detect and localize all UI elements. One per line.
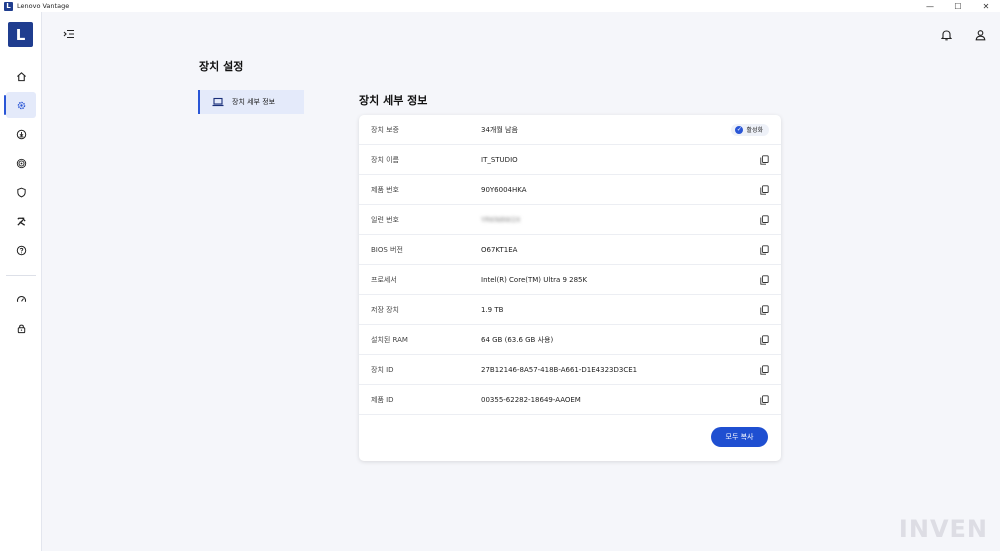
window-controls: — ☐ ✕ bbox=[916, 0, 1000, 12]
minimize-button[interactable]: — bbox=[916, 0, 944, 12]
copy-icon bbox=[759, 364, 769, 375]
table-row: 프로세서 Intel(R) Core(TM) Ultra 9 285K bbox=[359, 265, 781, 295]
bell-icon bbox=[940, 30, 952, 41]
copy-icon bbox=[759, 214, 769, 225]
copy-icon bbox=[759, 244, 769, 255]
sidebar-item-help[interactable] bbox=[6, 237, 36, 263]
gear-icon bbox=[17, 101, 25, 109]
row-label: 프로세서 bbox=[371, 275, 397, 284]
row-label: 설치된 RAM bbox=[371, 335, 408, 344]
table-row: BIOS 버전 O67KT1EA bbox=[359, 235, 781, 265]
row-value: Intel(R) Core(TM) Ultra 9 285K bbox=[481, 275, 588, 284]
sidebar-item-device-settings[interactable] bbox=[4, 92, 36, 118]
subnav-item-label: 장치 세부 정보 bbox=[232, 98, 276, 106]
row-value: 1.9 TB bbox=[481, 305, 504, 314]
copy-icon bbox=[759, 274, 769, 285]
copy-button[interactable] bbox=[759, 244, 769, 255]
row-value: 90Y6004HKA bbox=[481, 185, 527, 194]
copy-button[interactable] bbox=[759, 394, 769, 405]
row-value-redacted: YRKN8W2X bbox=[481, 215, 521, 224]
help-icon bbox=[16, 245, 26, 255]
app-logo-icon: L bbox=[4, 1, 13, 11]
window-title: Lenovo Vantage bbox=[17, 2, 70, 10]
table-row: 장치 보증 34개월 남음 ✓ 활성화 bbox=[359, 115, 781, 145]
row-value: IT_STUDIO bbox=[481, 155, 518, 164]
copy-icon bbox=[759, 334, 769, 345]
row-label: 장치 ID bbox=[371, 365, 394, 374]
page-title: 장치 설정 bbox=[199, 60, 244, 73]
download-icon bbox=[16, 129, 26, 139]
copy-button[interactable] bbox=[759, 364, 769, 375]
badge-label: 활성화 bbox=[746, 127, 763, 134]
copy-icon bbox=[759, 394, 769, 405]
shield-icon bbox=[16, 187, 26, 197]
table-row: 장치 ID 27B12146-8A57-418B-A661-D1E4323D3C… bbox=[359, 355, 781, 385]
table-row: 제품 ID 00355-62282-18649-AAOEM bbox=[359, 385, 781, 415]
collapse-menu-icon bbox=[63, 29, 74, 39]
account-button[interactable] bbox=[973, 28, 987, 42]
row-value: 27B12146-8A57-418B-A661-D1E4323D3CE1 bbox=[481, 365, 638, 374]
copy-button[interactable] bbox=[759, 334, 769, 345]
sidebar-item-security[interactable] bbox=[6, 179, 36, 205]
copy-button[interactable] bbox=[759, 304, 769, 315]
sidebar-item-downloads[interactable] bbox=[6, 121, 36, 147]
close-button[interactable]: ✕ bbox=[972, 0, 1000, 12]
copy-button[interactable] bbox=[759, 154, 769, 165]
row-value: 34개월 남음 bbox=[481, 125, 518, 134]
watermark: INVEN bbox=[898, 515, 988, 543]
notifications-button[interactable] bbox=[939, 28, 953, 42]
copy-icon bbox=[759, 184, 769, 195]
copy-icon bbox=[759, 154, 769, 165]
row-label: 일련 번호 bbox=[371, 215, 399, 224]
tools-icon bbox=[16, 216, 26, 226]
table-row: 설치된 RAM 64 GB (63.6 GB 사용) bbox=[359, 325, 781, 355]
row-value: 00355-62282-18649-AAOEM bbox=[481, 395, 581, 404]
lenovo-logo[interactable]: L bbox=[8, 22, 33, 47]
sidebar-item-lock[interactable] bbox=[6, 315, 36, 341]
laptop-icon bbox=[212, 97, 224, 107]
table-row: 제품 번호 90Y6004HKA bbox=[359, 175, 781, 205]
row-label: 장치 보증 bbox=[371, 125, 399, 134]
row-label: 저장 장치 bbox=[371, 305, 399, 314]
home-icon bbox=[16, 71, 26, 81]
sidebar-item-home[interactable] bbox=[6, 63, 36, 89]
gauge-icon bbox=[16, 295, 26, 302]
row-label: 장치 이름 bbox=[371, 155, 399, 164]
maximize-button[interactable]: ☐ bbox=[944, 0, 972, 12]
copy-all-button[interactable]: 모두 복사 bbox=[711, 427, 768, 447]
check-icon: ✓ bbox=[735, 125, 744, 134]
table-row: 저장 장치 1.9 TB bbox=[359, 295, 781, 325]
collapse-menu-button[interactable] bbox=[62, 28, 76, 40]
sidebar: L bbox=[0, 12, 42, 551]
sidebar-divider bbox=[6, 275, 36, 276]
row-label: 제품 ID bbox=[371, 395, 394, 404]
user-icon bbox=[975, 30, 985, 41]
section-title: 장치 세부 정보 bbox=[359, 94, 428, 107]
row-label: BIOS 버전 bbox=[371, 245, 403, 254]
table-row: 일련 번호 YRKN8W2X bbox=[359, 205, 781, 235]
copy-button[interactable] bbox=[759, 184, 769, 195]
status-badge: ✓ 활성화 bbox=[731, 123, 769, 136]
sidebar-item-performance[interactable] bbox=[6, 286, 36, 312]
table-row: 장치 이름 IT_STUDIO bbox=[359, 145, 781, 175]
device-details-card: 장치 보증 34개월 남음 ✓ 활성화 장치 이름 IT_STUDIO 제품 번… bbox=[359, 115, 781, 461]
copy-button[interactable] bbox=[759, 214, 769, 225]
row-value: 64 GB (63.6 GB 사용) bbox=[481, 335, 554, 344]
sidebar-item-network[interactable] bbox=[6, 150, 36, 176]
copy-button[interactable] bbox=[759, 274, 769, 285]
sidebar-item-tools[interactable] bbox=[6, 208, 36, 234]
lock-icon bbox=[17, 324, 25, 333]
subnav-item-device-details[interactable]: 장치 세부 정보 bbox=[198, 90, 304, 114]
copy-icon bbox=[759, 304, 769, 315]
radar-icon bbox=[16, 158, 26, 168]
row-value: O67KT1EA bbox=[481, 245, 518, 254]
title-bar: L Lenovo Vantage — ☐ ✕ bbox=[0, 0, 1000, 12]
row-label: 제품 번호 bbox=[371, 185, 399, 194]
